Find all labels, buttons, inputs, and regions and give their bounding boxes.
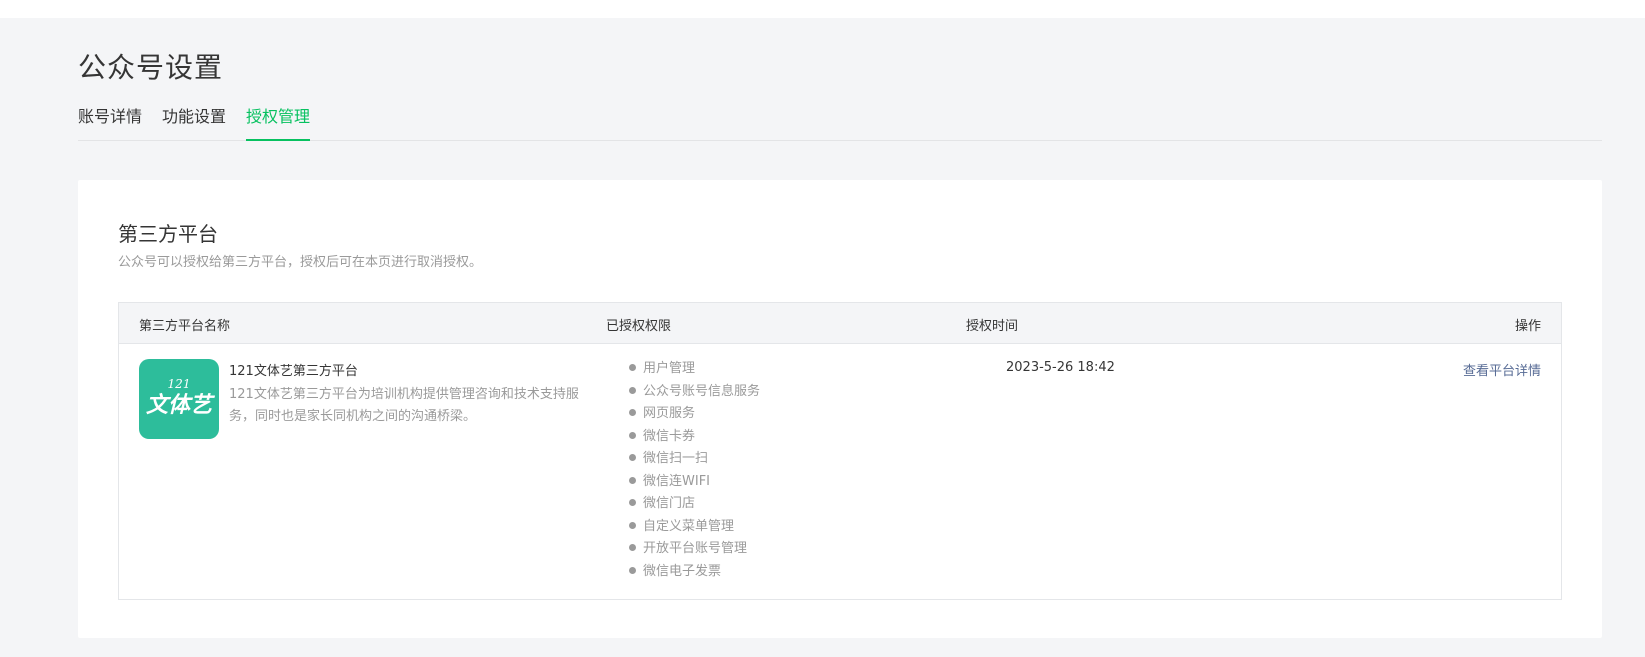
tab-account-details[interactable]: 账号详情	[78, 106, 142, 139]
permission-item: 微信卡券	[629, 428, 760, 451]
permission-item: 用户管理	[629, 360, 760, 383]
section-description: 公众号可以授权给第三方平台，授权后可在本页进行取消授权。	[118, 255, 483, 270]
header-action: 操作	[1514, 319, 1541, 334]
permission-label: 微信扫一扫	[643, 451, 709, 466]
bullet-icon	[629, 499, 636, 506]
bullet-icon	[629, 454, 636, 461]
bullet-icon	[629, 521, 636, 529]
permission-label: 微信电子发票	[643, 563, 722, 579]
tab-bar: 账号详情 功能设置 授权管理	[78, 106, 1602, 141]
permission-item: 微信连WIFI	[629, 473, 760, 496]
bullet-icon	[629, 544, 636, 551]
bullet-icon	[629, 566, 636, 574]
bullet-icon	[629, 386, 636, 394]
view-platform-details-link[interactable]: 查看平台详情	[1463, 360, 1541, 379]
third-party-card: 第三方平台 公众号可以授权给第三方平台，授权后可在本页进行取消授权。 第三方平台…	[78, 180, 1602, 638]
permission-label: 开放平台账号管理	[643, 541, 748, 556]
permission-item: 开放平台账号管理	[629, 540, 760, 563]
permission-label: 自定义菜单管理	[643, 518, 735, 534]
permission-label: 网页服务	[643, 406, 696, 421]
page-title: 公众号设置	[78, 51, 224, 84]
permission-label: 用户管理	[643, 361, 696, 376]
bullet-icon	[629, 431, 636, 439]
tab-authorization-management[interactable]: 授权管理	[246, 106, 311, 141]
bullet-icon	[629, 476, 636, 484]
bullet-icon	[629, 409, 636, 416]
permission-label: 公众号账号信息服务	[643, 383, 761, 399]
header-auth-time: 授权时间	[966, 319, 1019, 334]
bullet-icon	[629, 364, 636, 371]
permission-item: 微信门店	[629, 495, 760, 518]
header-platform-name: 第三方平台名称	[139, 319, 231, 334]
header-permissions: 已授权权限	[606, 319, 672, 334]
platform-name: 121文体艺第三方平台	[229, 364, 358, 379]
top-bar	[0, 0, 1645, 18]
permission-item: 微信扫一扫	[629, 450, 760, 473]
tab-feature-settings[interactable]: 功能设置	[162, 106, 226, 139]
permission-list: 用户管理 公众号账号信息服务 网页服务 微信卡券 微信扫一扫 微信连WIFI 微…	[629, 360, 760, 585]
third-party-table: 第三方平台名称 已授权权限 授权时间 操作 121 文体艺 121文体艺第三方平…	[118, 302, 1562, 600]
platform-logo: 121 文体艺	[139, 359, 219, 439]
permission-label: 微信门店	[643, 496, 696, 511]
logo-top-text: 121	[167, 377, 191, 391]
permission-label: 微信连WIFI	[643, 473, 710, 489]
permission-item: 网页服务	[629, 405, 760, 428]
section-title: 第三方平台	[118, 222, 218, 246]
platform-description: 121文体艺第三方平台为培训机构提供管理咨询和技术支持服务，同时也是家长同机构之…	[229, 387, 579, 424]
table-header: 第三方平台名称 已授权权限 授权时间 操作	[119, 303, 1561, 344]
permission-label: 微信卡券	[643, 428, 696, 444]
permission-item: 微信电子发票	[629, 563, 760, 586]
logo-main-text: 文体艺	[145, 392, 212, 418]
permission-item: 自定义菜单管理	[629, 518, 760, 541]
auth-time: 2023-5-26 18:42	[1006, 360, 1115, 375]
permission-item: 公众号账号信息服务	[629, 383, 760, 406]
